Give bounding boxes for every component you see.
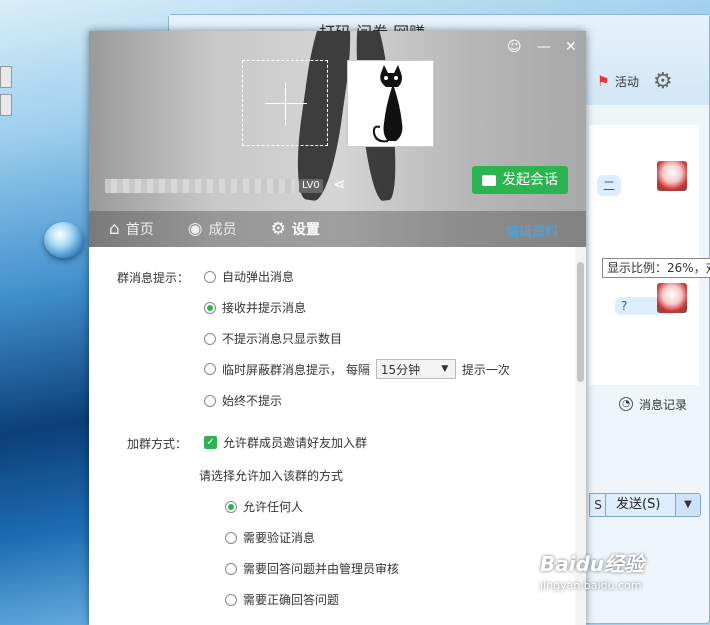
tab-home[interactable]: ⌂ 首页	[109, 219, 154, 239]
group-avatar[interactable]	[347, 60, 434, 147]
option-label: 不提示消息只显示数目	[222, 332, 343, 346]
add-photo-button[interactable]	[242, 60, 328, 146]
activity-label: 活动	[615, 75, 640, 89]
level-badge: LV0	[299, 179, 323, 193]
watermark: Baidu经验 jingyan.baidu.com	[540, 548, 710, 608]
clock-icon: ◔	[619, 397, 633, 411]
home-icon: ⌂	[109, 219, 120, 239]
msg-option[interactable]: 始终不提示	[204, 392, 282, 409]
skin-icon[interactable]: ☺	[507, 39, 522, 55]
option-label: 自动弹出消息	[222, 270, 295, 284]
plus-icon	[285, 83, 286, 125]
plus-icon	[265, 103, 307, 104]
interval-select[interactable]: 15分钟 ▼	[375, 359, 456, 379]
radio-button[interactable]	[204, 270, 216, 283]
desktop-icon[interactable]	[0, 94, 12, 116]
message-record-button[interactable]: ◔ 消息记录	[619, 390, 710, 418]
join-option[interactable]: 需要正确回答问题	[225, 591, 339, 608]
allow-invite-checkbox[interactable]: ✓ 允许群成员邀请好友加入群	[204, 434, 367, 451]
minimize-icon[interactable]: —	[537, 39, 551, 55]
option-label: 接收并提示消息	[222, 301, 307, 315]
option-label: 需要正确回答问题	[243, 593, 340, 607]
water-drop-decoration	[44, 222, 84, 258]
edit-profile-link[interactable]: 编辑资料	[506, 221, 558, 240]
settings-content: 群消息提示： 自动弹出消息 接收并提示消息 不提示消息只显示数目 临时屏蔽群消息…	[89, 247, 575, 625]
close-icon[interactable]: ✕	[565, 39, 577, 55]
interval-value: 15分钟	[380, 362, 421, 377]
chevron-down-icon: ▼	[441, 364, 449, 374]
tab-settings[interactable]: ⚙ 设置	[271, 219, 320, 239]
option-label: 需要验证消息	[243, 531, 316, 545]
tab-label: 设置	[291, 222, 320, 238]
share-icon[interactable]: ⋖	[333, 175, 346, 193]
start-chat-button[interactable]: 发起会话	[472, 166, 568, 194]
watermark-brand: Baidu经验	[540, 552, 645, 576]
msg-option[interactable]: 自动弹出消息	[204, 268, 294, 285]
tab-label: 首页	[125, 222, 154, 238]
radio-button[interactable]	[204, 301, 216, 314]
join-method-label: 加群方式：	[127, 437, 188, 451]
group-settings-panel: ☺ — ✕ LV0 ⋖ 发起会话 ⌂ 首页 ◉ 成员 ⚙ 设置 编辑资料 群消息…	[89, 31, 586, 625]
scrollbar-thumb[interactable]	[577, 262, 584, 382]
msg-option[interactable]: 不提示消息只显示数目	[204, 330, 342, 347]
option-label: 始终不提示	[222, 394, 283, 408]
interval-suffix: 提示一次	[461, 362, 510, 377]
checkbox-checked-icon[interactable]: ✓	[204, 436, 217, 449]
start-chat-label: 发起会话	[502, 172, 558, 188]
chat-bubble-icon	[482, 174, 496, 186]
tab-label: 成员	[208, 222, 237, 238]
gear-icon: ⚙	[270, 219, 286, 239]
desktop-icon[interactable]	[0, 66, 12, 88]
radio-button[interactable]	[204, 332, 216, 345]
qq-settings-gear-icon[interactable]: ⚙	[653, 69, 673, 94]
member-icon: ◉	[187, 219, 203, 239]
join-option[interactable]: 需要验证消息	[225, 529, 315, 546]
activity-button[interactable]: ⚑ 活动	[597, 73, 639, 90]
chat-bubble: 二	[597, 175, 622, 196]
msg-notify-label: 群消息提示：	[117, 271, 190, 285]
tab-members[interactable]: ◉ 成员	[188, 219, 237, 239]
radio-button[interactable]	[225, 531, 237, 544]
option-label: 允许群成员邀请好友加入群	[223, 436, 368, 450]
join-option[interactable]: 需要回答问题并由管理员审核	[225, 560, 399, 577]
radio-button[interactable]	[225, 593, 237, 606]
watermark-url: jingyan.baidu.com	[540, 579, 642, 592]
cat-icon	[372, 65, 403, 143]
group-name-blurred	[105, 179, 295, 193]
message-record-label: 消息记录	[639, 397, 688, 412]
join-option[interactable]: 允许任何人	[225, 498, 303, 515]
msg-option-mute[interactable]: 临时屏蔽群消息提示， 每隔 15分钟 ▼ 提示一次	[204, 359, 510, 379]
flag-icon: ⚑	[597, 73, 610, 90]
zoom-tooltip: 显示比例：26%，对	[602, 258, 710, 278]
option-label: 临时屏蔽群消息提示， 每隔	[222, 362, 370, 377]
option-label: 需要回答问题并由管理员审核	[243, 562, 400, 576]
option-label: 允许任何人	[243, 500, 304, 514]
msg-option[interactable]: 接收并提示消息	[204, 299, 306, 316]
radio-button[interactable]	[225, 500, 237, 513]
avatar[interactable]	[657, 161, 687, 191]
radio-button[interactable]	[204, 363, 216, 375]
join-hint: 请选择允许加入该群的方式	[199, 469, 344, 483]
radio-button[interactable]	[204, 394, 216, 407]
radio-button[interactable]	[225, 562, 237, 575]
send-options-arrow-icon[interactable]: ▼	[675, 493, 701, 517]
avatar[interactable]	[657, 283, 687, 313]
send-button[interactable]: 发送(S)	[605, 493, 685, 517]
